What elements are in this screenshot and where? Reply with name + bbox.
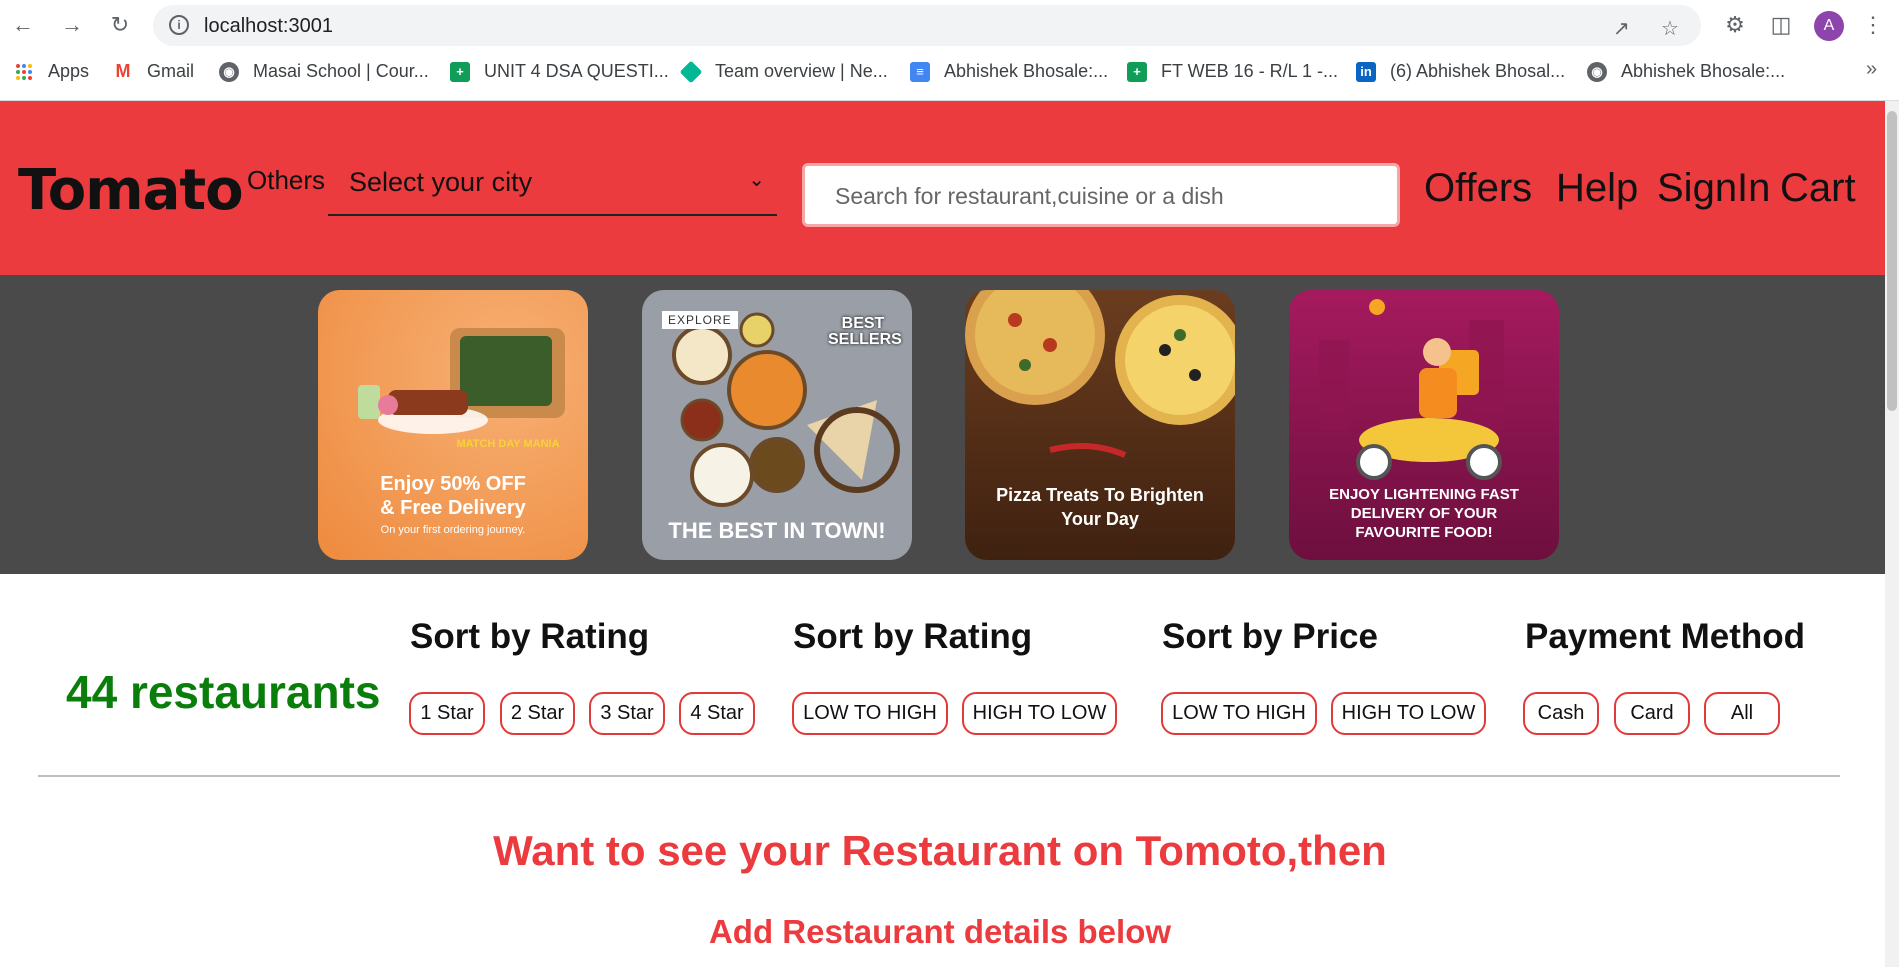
price-high-to-low-button[interactable]: HIGH TO LOW <box>1331 692 1486 735</box>
bookmark-label: Team overview | Ne... <box>715 61 888 81</box>
promo-text-line: DELIVERY OF YOUR <box>1350 505 1498 522</box>
bookmark-star-icon[interactable]: ☆ <box>1661 16 1679 41</box>
payment-card-button[interactable]: Card <box>1614 692 1690 735</box>
menu-kebab-icon[interactable]: ⋮ <box>1858 10 1888 40</box>
bookmark-label: Abhishek Bhosale:... <box>1621 61 1786 81</box>
bookmark-item[interactable]: ≡ Abhishek Bhosale:... <box>910 61 1108 82</box>
bookmarks-overflow-icon[interactable]: » <box>1866 58 1877 81</box>
bookmark-item[interactable]: ◉ Abhishek Bhosale:... <box>1587 61 1785 82</box>
bookmark-label: (6) Abhishek Bhosal... <box>1390 61 1566 81</box>
filter-heading-price: Sort by Price <box>1162 617 1378 656</box>
filter-1-star-button[interactable]: 1 Star <box>409 692 485 735</box>
promo-text-line: ENJOY LIGHTENING FAST <box>1329 486 1519 503</box>
explore-tag: EXPLORE <box>662 311 738 329</box>
bookmark-item[interactable]: + FT WEB 16 - R/L 1 -... <box>1127 61 1338 82</box>
bookmarks-bar: Apps M Gmail ◉ Masai School | Cour... + … <box>0 56 1899 90</box>
scrollbar-thumb[interactable] <box>1887 111 1897 411</box>
bookmark-item[interactable]: Team overview | Ne... <box>679 60 888 83</box>
bookmark-item[interactable]: in (6) Abhishek Bhosal... <box>1356 61 1565 82</box>
gmail-icon: M <box>115 61 131 81</box>
bookmark-item[interactable]: + UNIT 4 DSA QUESTI... <box>450 61 669 82</box>
address-bar[interactable]: i localhost:3001 ↗ ☆ <box>153 5 1701 46</box>
city-select[interactable]: Select your city ⌄ <box>328 153 777 216</box>
promo-text-line: FAVOURITE FOOD! <box>1355 524 1493 541</box>
bookmark-label: Gmail <box>147 61 195 81</box>
bookmark-item[interactable]: Apps <box>14 61 89 82</box>
site-info-icon[interactable]: i <box>169 15 189 35</box>
promo-banner: MATCH DAY MANIA Enjoy 50% OFF & Free Del… <box>0 275 1899 574</box>
nav-help[interactable]: Help <box>1556 166 1638 211</box>
filter-4-star-button[interactable]: 4 Star <box>679 692 755 735</box>
promo-text-line: Enjoy 50% OFF <box>380 473 526 495</box>
filter-heading-payment: Payment Method <box>1525 617 1806 656</box>
promo-card-fast-delivery[interactable]: ENJOY LIGHTENING FAST DELIVERY OF YOUR F… <box>1289 290 1559 560</box>
site-header: Tomato Others Select your city ⌄ Search … <box>0 101 1899 275</box>
promo-text-line: THE BEST IN TOWN! <box>668 518 886 543</box>
search-placeholder: Search for restaurant,cuisine or a dish <box>835 183 1224 209</box>
promo-text-line: & Free Delivery <box>380 497 526 519</box>
nav-cart[interactable]: Cart <box>1780 166 1856 211</box>
payment-all-button[interactable]: All <box>1704 692 1780 735</box>
payment-cash-button[interactable]: Cash <box>1523 692 1599 735</box>
promo-text-line: Your Day <box>1061 509 1139 529</box>
nav-offers[interactable]: Offers <box>1424 166 1532 211</box>
nav-signin[interactable]: SignIn <box>1657 166 1770 211</box>
browser-chrome: ← → ↻ i localhost:3001 ↗ ☆ ⚙ ◫ A ⋮ Apps … <box>0 0 1899 101</box>
bookmark-label: UNIT 4 DSA QUESTI... <box>484 61 669 81</box>
sheets-icon: + <box>1127 61 1147 82</box>
bookmark-label: FT WEB 16 - R/L 1 -... <box>1161 61 1339 81</box>
globe-icon: ◉ <box>1587 61 1607 82</box>
apps-grid-icon <box>14 62 34 82</box>
forward-arrow-icon[interactable]: → <box>57 10 87 40</box>
promo-card-best-sellers[interactable]: EXPLORE BEST SELLERS THE BEST IN TOWN! <box>642 290 912 560</box>
filter-heading-rating: Sort by Rating <box>410 617 650 656</box>
promo-card-pizza[interactable]: Pizza Treats To Brighten Your Day <box>965 290 1235 560</box>
side-panel-icon[interactable]: ◫ <box>1766 10 1796 40</box>
filter-3-star-button[interactable]: 3 Star <box>589 692 665 735</box>
promo-subtext: On your first ordering journey. <box>380 524 526 536</box>
bookmark-label: Masai School | Cour... <box>253 61 429 81</box>
others-label: Others <box>247 165 326 195</box>
promo-card-match-day[interactable]: MATCH DAY MANIA Enjoy 50% OFF & Free Del… <box>318 290 588 560</box>
bookmark-item[interactable]: ◉ Masai School | Cour... <box>219 61 429 82</box>
filter-2-star-button[interactable]: 2 Star <box>500 692 575 735</box>
filter-heading-rating-order: Sort by Rating <box>793 617 1033 656</box>
extensions-icon[interactable]: ⚙ <box>1720 10 1750 40</box>
bookmark-label: Apps <box>48 61 90 81</box>
bookmark-item[interactable]: M Gmail <box>113 61 195 82</box>
globe-icon: ◉ <box>219 61 239 82</box>
match-day-tag: MATCH DAY MANIA <box>456 438 560 450</box>
linkedin-icon: in <box>1356 61 1376 82</box>
city-select-value: Select your city <box>349 167 533 197</box>
sheets-icon: + <box>450 61 470 82</box>
bookmark-label: Abhishek Bhosale:... <box>944 61 1109 81</box>
price-low-to-high-button[interactable]: LOW TO HIGH <box>1161 692 1317 735</box>
share-icon[interactable]: ↗ <box>1613 16 1630 41</box>
promo-text-line: Pizza Treats To Brighten <box>996 485 1204 505</box>
restaurant-count: 44 restaurants <box>66 666 381 718</box>
page-scrollbar[interactable] <box>1885 101 1899 967</box>
search-input[interactable]: Search for restaurant,cuisine or a dish <box>802 163 1400 227</box>
add-restaurant-heading: Want to see your Restaurant on Tomoto,th… <box>493 827 1387 874</box>
rating-low-to-high-button[interactable]: LOW TO HIGH <box>792 692 948 735</box>
site-logo[interactable]: Tomato <box>18 158 244 223</box>
docs-icon: ≡ <box>910 61 930 82</box>
section-divider <box>38 775 1840 777</box>
profile-avatar[interactable]: A <box>1814 11 1844 41</box>
back-arrow-icon[interactable]: ← <box>8 10 38 40</box>
reload-icon[interactable]: ↻ <box>105 10 135 40</box>
rating-high-to-low-button[interactable]: HIGH TO LOW <box>962 692 1117 735</box>
add-restaurant-subheading: Add Restaurant details below <box>708 913 1172 950</box>
chevron-down-icon: ⌄ <box>748 169 765 191</box>
url-text: localhost:3001 <box>204 15 333 37</box>
best-sellers-badge: BEST SELLERS <box>828 315 902 348</box>
diamond-icon <box>679 60 703 83</box>
